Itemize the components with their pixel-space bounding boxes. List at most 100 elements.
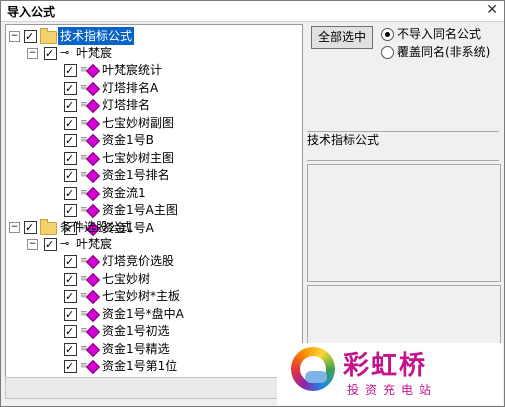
formula-name-label: 技术指标公式 <box>307 131 499 161</box>
tree-author-node[interactable]: − ⊸ 叶梵宸 <box>6 235 296 254</box>
horizontal-scrollbar[interactable] <box>5 377 303 399</box>
formula-item[interactable]: ≡灯塔排名A <box>6 79 296 98</box>
formula-gem-icon <box>85 116 101 131</box>
formula-checkbox[interactable] <box>64 115 77 133</box>
formula-item[interactable]: ≡资金1号第1位 <box>6 357 296 376</box>
formula-label[interactable]: 七宝妙树副图 <box>102 114 174 132</box>
author-label: 叶梵宸 <box>76 46 113 60</box>
selected-formula-title: 技术指标公式 <box>307 133 380 147</box>
key-icon: ⊸ <box>60 46 70 59</box>
formula-checkbox[interactable] <box>64 288 77 306</box>
watermark-logo: 彩虹桥 投资充电站 <box>277 343 503 405</box>
formula-label[interactable]: 资金1号初选 <box>102 322 170 340</box>
formula-label[interactable]: 灯塔排名 <box>102 96 150 114</box>
formula-gem-icon <box>85 324 101 340</box>
radio-label[interactable]: 不导入同名公式 <box>397 25 481 42</box>
formula-label[interactable]: 资金1号精选 <box>102 340 170 358</box>
description-panel <box>307 164 501 282</box>
watermark-title: 彩虹桥 <box>343 351 428 381</box>
formula-item[interactable]: ≡灯塔竞价选股 <box>6 252 296 271</box>
formula-item[interactable]: ≡资金流1 <box>6 184 296 203</box>
formula-checkbox[interactable] <box>64 185 77 203</box>
dialog-title: 导入公式 <box>7 5 56 19</box>
tree-author-node[interactable]: − ⊸ 叶梵宸 <box>6 44 296 63</box>
formula-checkbox[interactable] <box>64 132 77 150</box>
formula-gem-icon <box>85 168 101 184</box>
title-bar: 导入公式 ✕ <box>1 1 504 22</box>
author-checkbox[interactable] <box>44 236 57 254</box>
formula-gem-icon <box>85 81 101 96</box>
group-label[interactable]: 条件选股公式 <box>60 218 132 236</box>
collapse-icon[interactable]: − <box>27 239 38 250</box>
tree-group-technical[interactable]: − 技术指标公式 <box>6 27 296 46</box>
cloud-icon <box>305 371 327 383</box>
formula-gem-icon <box>85 342 101 357</box>
formula-gem-icon <box>85 359 101 375</box>
formula-item[interactable]: ≡七宝妙树主图 <box>6 149 296 168</box>
formula-item[interactable]: ≡叶梵宸统计 <box>6 61 296 80</box>
folder-icon <box>40 28 57 44</box>
formula-checkbox[interactable] <box>64 167 77 185</box>
formula-label[interactable]: 叶梵宸统计 <box>102 61 162 79</box>
formula-item[interactable]: ≡灯塔排名 <box>6 96 296 115</box>
watermark-subtitle: 投资充电站 <box>347 383 438 397</box>
collapse-icon[interactable]: − <box>9 31 20 42</box>
collapse-icon[interactable]: − <box>9 222 20 233</box>
formula-item[interactable]: ≡资金1号B <box>6 131 296 150</box>
formula-label[interactable]: 资金1号*盘中A <box>102 305 184 323</box>
formula-item[interactable]: ≡资金1号*盘中A <box>6 305 296 324</box>
radio-label[interactable]: 覆盖同名(非系统) <box>397 43 490 60</box>
formula-item[interactable]: ≡资金1号初选 <box>6 322 296 341</box>
formula-item[interactable]: ≡资金1号精选 <box>6 340 296 359</box>
formula-checkbox[interactable] <box>64 323 77 341</box>
author-label: 叶梵宸 <box>76 237 113 251</box>
group-checkbox[interactable] <box>24 28 37 46</box>
formula-gem-icon <box>85 254 101 270</box>
formula-item[interactable]: ≡资金1号排名 <box>6 166 296 185</box>
formula-checkbox[interactable] <box>64 271 77 289</box>
formula-gem-icon <box>85 307 101 322</box>
formula-checkbox[interactable] <box>64 62 77 80</box>
folder-icon <box>40 219 57 235</box>
key-icon: ⊸ <box>60 237 70 250</box>
formula-label[interactable]: 灯塔排名A <box>102 79 158 97</box>
formula-label[interactable]: 七宝妙树*主板 <box>102 287 180 305</box>
formula-gem-icon <box>85 289 101 305</box>
formula-checkbox[interactable] <box>64 202 77 220</box>
group-checkbox[interactable] <box>24 219 37 237</box>
formula-item[interactable]: ≡七宝妙树 <box>6 270 296 289</box>
radio-no-import-duplicate[interactable] <box>381 28 394 41</box>
formula-gem-icon <box>85 186 101 201</box>
author-checkbox[interactable] <box>44 45 57 63</box>
formula-gem-icon <box>85 98 101 114</box>
formula-checkbox[interactable] <box>64 306 77 324</box>
tree-group-screening[interactable]: − 条件选股公式 <box>6 218 296 237</box>
select-all-button[interactable]: 全部选中 <box>311 26 373 49</box>
formula-gem-icon <box>85 63 101 79</box>
group-label[interactable]: 技术指标公式 <box>58 27 135 45</box>
formula-label[interactable]: 灯塔竞价选股 <box>102 252 174 270</box>
formula-gem-icon <box>85 133 101 149</box>
radio-overwrite-duplicate[interactable] <box>381 46 394 59</box>
formula-label[interactable]: 资金流1 <box>102 184 146 202</box>
formula-tree[interactable]: − 技术指标公式 − ⊸ 叶梵宸 ≡叶梵宸统计≡灯塔排名A≡灯塔排名≡七宝妙树副… <box>5 24 303 378</box>
formula-checkbox[interactable] <box>64 150 77 168</box>
formula-checkbox[interactable] <box>64 97 77 115</box>
formula-checkbox[interactable] <box>64 80 77 98</box>
formula-label[interactable]: 七宝妙树 <box>102 270 150 288</box>
collapse-icon[interactable]: − <box>27 48 38 59</box>
formula-checkbox[interactable] <box>64 253 77 271</box>
formula-item[interactable]: ≡七宝妙树*主板 <box>6 287 296 306</box>
close-icon[interactable]: ✕ <box>486 2 498 18</box>
formula-label[interactable]: 七宝妙树主图 <box>102 149 174 167</box>
rainbow-logo-icon <box>291 347 335 391</box>
formula-checkbox[interactable] <box>64 341 77 359</box>
import-formula-dialog: 导入公式 ✕ − 技术指标公式 − ⊸ 叶梵宸 ≡叶梵宸统计≡灯塔排名A≡灯塔排… <box>0 0 505 407</box>
formula-label[interactable]: 资金1号第1位 <box>102 357 177 375</box>
formula-label[interactable]: 资金1号A主图 <box>102 201 178 219</box>
formula-label[interactable]: 资金1号B <box>102 131 154 149</box>
formula-checkbox[interactable] <box>64 358 77 376</box>
formula-item[interactable]: ≡七宝妙树副图 <box>6 114 296 133</box>
formula-item[interactable]: ≡资金1号A主图 <box>6 201 296 220</box>
formula-label[interactable]: 资金1号排名 <box>102 166 170 184</box>
